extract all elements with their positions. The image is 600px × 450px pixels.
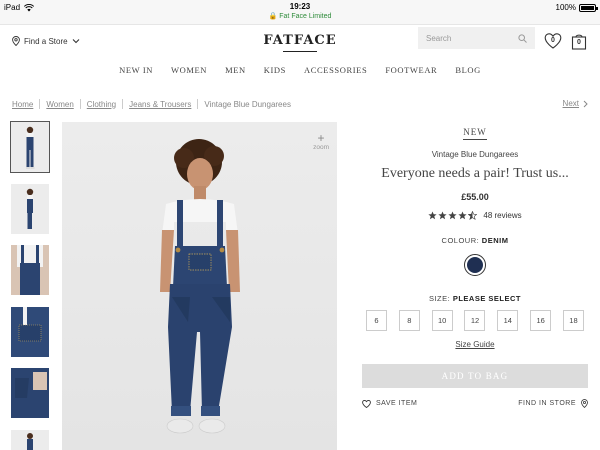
half-star-icon: [468, 211, 478, 220]
site-name: Fat Face Limited: [279, 13, 332, 20]
rating-stars: [428, 211, 478, 220]
status-bar: iPad 19:23 🔒 Fat Face Limited 100%: [0, 0, 600, 24]
hip-detail-thumbnail: [11, 368, 49, 418]
upper-detail-thumbnail: [11, 245, 49, 295]
logo-underline: [283, 51, 317, 52]
size-options: 6 8 10 12 14 16 18: [362, 310, 588, 331]
zoom-button[interactable]: + zoom: [313, 132, 329, 151]
add-to-bag-button[interactable]: ADD TO BAG: [362, 364, 588, 388]
size-value: PLEASE SELECT: [452, 294, 522, 303]
breadcrumb-current: Vintage Blue Dungarees: [204, 99, 291, 109]
breadcrumb-separator: [39, 99, 41, 109]
site-security-label: 🔒 Fat Face Limited: [0, 12, 600, 20]
thumbnail-side[interactable]: [11, 184, 49, 234]
colour-label-text: COLOUR:: [441, 236, 480, 245]
bag-button[interactable]: 0: [570, 32, 588, 50]
search-placeholder: Search: [426, 33, 452, 43]
new-badge: NEW: [463, 127, 487, 140]
find-in-store-button[interactable]: FIND IN STORE: [518, 399, 588, 408]
plus-icon: +: [317, 131, 325, 145]
star-icon: [428, 211, 438, 220]
product-main-image[interactable]: + zoom: [62, 122, 337, 450]
bag-count: 0: [577, 39, 581, 46]
star-icon: [458, 211, 468, 220]
product-tagline: Everyone needs a pair! Trust us...: [381, 166, 569, 181]
size-option-10[interactable]: 10: [431, 310, 453, 331]
colour-swatch-denim[interactable]: [464, 254, 486, 276]
nav-kids[interactable]: KIDS: [255, 65, 295, 75]
nav-new-in[interactable]: NEW IN: [110, 65, 162, 75]
rating-summary[interactable]: 48 reviews: [362, 211, 588, 220]
colour-label: COLOUR: DENIM: [362, 236, 588, 245]
model-in-dungarees-image: [62, 122, 337, 450]
size-option-16[interactable]: 16: [530, 310, 552, 331]
size-guide-link[interactable]: Size Guide: [362, 340, 588, 349]
thumbnail-pocket-detail[interactable]: [11, 307, 49, 357]
breadcrumb-separator: [197, 99, 199, 109]
product-price: £55.00: [461, 192, 489, 202]
star-icon: [448, 211, 458, 220]
thumbnail-hip-detail[interactable]: [11, 368, 49, 418]
clock: 19:23: [289, 2, 311, 11]
nav-footwear[interactable]: FOOTWEAR: [376, 65, 446, 75]
size-label-text: SIZE:: [428, 294, 451, 303]
find-a-store-button[interactable]: Find a Store: [12, 36, 80, 46]
back-view-thumbnail: [27, 433, 33, 450]
breadcrumb: Home Women Clothing Jeans & Trousers Vin…: [12, 99, 291, 109]
location-pin-icon: [581, 399, 588, 408]
save-item-label: SAVE ITEM: [376, 400, 418, 407]
thumbnail-upper-detail[interactable]: [11, 245, 49, 295]
breadcrumb-women[interactable]: Women: [46, 100, 73, 109]
battery-icon: [579, 3, 598, 12]
save-item-button[interactable]: SAVE ITEM: [362, 399, 417, 408]
star-icon: [438, 211, 448, 220]
breadcrumb-home[interactable]: Home: [12, 100, 33, 109]
zoom-label: zoom: [313, 144, 329, 151]
size-option-14[interactable]: 14: [497, 310, 519, 331]
wishlist-button[interactable]: 0: [544, 32, 562, 50]
breadcrumb-clothing[interactable]: Clothing: [87, 100, 116, 109]
product-name: Vintage Blue Dungarees: [431, 150, 519, 159]
heart-icon: [362, 399, 371, 408]
nav-accessories[interactable]: ACCESSORIES: [295, 65, 376, 75]
size-option-8[interactable]: 8: [398, 310, 420, 331]
product-info-panel: NEW Vintage Blue Dungarees Everyone need…: [362, 122, 588, 408]
size-option-18[interactable]: 18: [562, 310, 584, 331]
thumbnail-front[interactable]: [10, 121, 50, 173]
site-header: Find a Store FATFACE Search 0 0 NEW IN W…: [0, 24, 600, 86]
model-front-thumbnail: [26, 126, 35, 169]
nav-men[interactable]: MEN: [216, 65, 255, 75]
next-product-link[interactable]: Next: [563, 99, 588, 108]
colour-value: DENIM: [481, 236, 509, 245]
main-nav: NEW IN WOMEN MEN KIDS ACCESSORIES FOOTWE…: [0, 65, 600, 75]
product-actions: SAVE ITEM FIND IN STORE: [362, 399, 588, 408]
wishlist-count: 0: [551, 37, 555, 44]
search-input[interactable]: Search: [418, 27, 535, 49]
lock-icon: 🔒: [268, 13, 278, 20]
size-option-12[interactable]: 12: [464, 310, 486, 331]
review-count: 48 reviews: [483, 211, 522, 220]
battery-percent: 100%: [555, 3, 576, 12]
swatch-fill: [467, 257, 483, 273]
nav-women[interactable]: WOMEN: [162, 65, 216, 75]
logo-text: FATFACE: [263, 33, 337, 48]
find-in-store-label: FIND IN STORE: [518, 400, 576, 407]
breadcrumb-jeans-trousers[interactable]: Jeans & Trousers: [129, 100, 191, 109]
status-right: 100%: [555, 3, 598, 12]
size-label: SIZE: PLEASE SELECT: [362, 294, 588, 303]
next-label: Next: [562, 99, 579, 108]
fatface-logo[interactable]: FATFACE: [255, 29, 345, 59]
pocket-detail-thumbnail: [11, 307, 49, 357]
breadcrumb-separator: [122, 99, 124, 109]
model-side-thumbnail: [26, 188, 34, 229]
size-option-6[interactable]: 6: [366, 310, 387, 331]
breadcrumb-separator: [79, 99, 81, 109]
chevron-down-icon: [72, 39, 79, 44]
location-pin-icon: [12, 36, 20, 46]
search-icon[interactable]: [518, 33, 527, 43]
thumbnail-back[interactable]: [11, 430, 49, 450]
nav-blog[interactable]: BLOG: [446, 65, 490, 75]
chevron-right-icon: [583, 100, 588, 107]
find-a-store-label: Find a Store: [24, 36, 68, 46]
